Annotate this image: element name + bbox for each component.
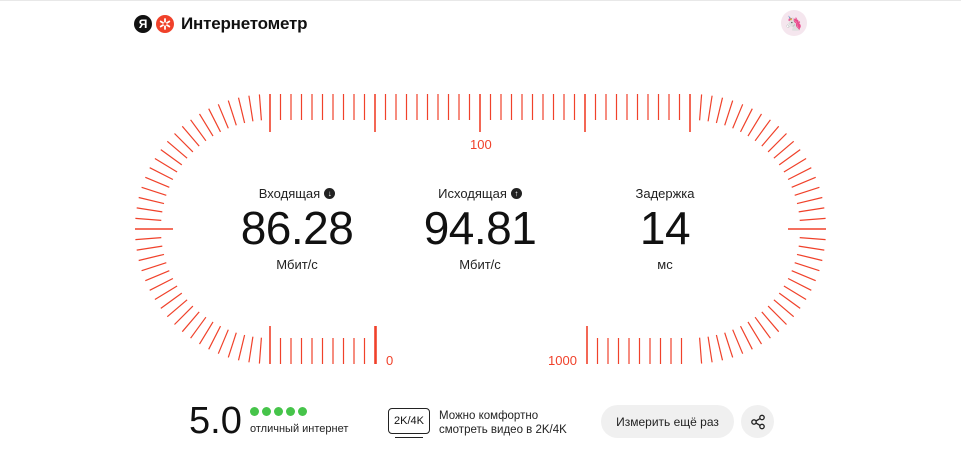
gauge-tick — [783, 285, 807, 301]
gauge-tick — [136, 245, 163, 251]
gauge-tick — [135, 237, 162, 241]
latency-unit: мс — [657, 257, 673, 272]
video-quality-text: Можно комфортно смотреть видео в 2K/4K — [439, 410, 567, 436]
gauge-tick — [160, 149, 183, 166]
upload-metric: Исходящая ↑ 94.81 Мбит/с — [380, 186, 580, 272]
gauge-tick — [198, 113, 214, 137]
gauge-tick — [739, 325, 753, 350]
gauge-tick — [791, 270, 816, 282]
gauge-tick — [217, 329, 229, 354]
gauge-tick — [258, 94, 262, 121]
gauge-tick — [794, 186, 820, 196]
gauge-tick — [154, 285, 178, 301]
gauge-tick — [154, 157, 178, 173]
rating-stars — [250, 407, 307, 416]
gauge-tick — [198, 321, 214, 345]
gauge-tick — [787, 167, 812, 181]
gauge-tick — [248, 95, 254, 122]
download-label: Входящая — [258, 186, 321, 201]
gauge-tick — [237, 334, 246, 361]
gauge-tick — [141, 186, 167, 196]
gauge-tick — [208, 325, 222, 350]
gauge-tick — [732, 104, 744, 129]
gauge-tick — [732, 329, 744, 354]
tv-2k4k-icon: 2K/4K — [388, 408, 430, 438]
gauge-tick — [794, 262, 820, 272]
share-icon — [750, 414, 765, 429]
gauge-tick — [248, 336, 254, 363]
latency-metric: Задержка 14 мс — [565, 186, 765, 272]
download-unit: Мбит/с — [276, 257, 318, 272]
gauge-tick — [258, 337, 262, 364]
rating-star — [250, 407, 259, 416]
gauge-tick — [739, 108, 753, 133]
gauge-tick — [715, 334, 724, 361]
gauge-tick — [208, 108, 222, 133]
scale-label-0: 0 — [386, 353, 394, 368]
latency-label: Задержка — [635, 186, 695, 201]
rating-text: отличный интернет — [250, 423, 349, 435]
gauge-tick — [138, 253, 165, 262]
gauge-tick — [699, 337, 703, 364]
gauge-tick — [724, 100, 734, 126]
gauge-tick — [217, 104, 229, 129]
download-metric: Входящая ↓ 86.28 Мбит/с — [197, 186, 397, 272]
gauge-tick — [141, 262, 167, 272]
gauge-tick — [149, 167, 174, 181]
gauge-tick — [699, 94, 703, 121]
gauge-tick — [160, 292, 183, 309]
gauge-tick — [798, 207, 825, 213]
latency-value: 14 — [639, 202, 691, 254]
gauge-tick — [707, 336, 713, 363]
gauge-tick — [747, 113, 763, 137]
gauge-tick — [747, 321, 763, 345]
remeasure-button[interactable]: Измерить ещё раз — [601, 405, 734, 438]
quality-score: 5.0 — [189, 400, 242, 442]
download-value: 86.28 — [240, 202, 354, 254]
gauge-tick — [796, 253, 823, 262]
scale-label-100: 100 — [470, 137, 492, 152]
gauge-tick — [707, 95, 713, 122]
gauge-tick — [778, 292, 801, 309]
upload-label: Исходящая — [438, 186, 507, 201]
gauge-tick — [778, 149, 801, 166]
gauge-tick — [136, 207, 163, 213]
gauge-tick — [796, 196, 823, 205]
gauge-tick — [715, 97, 724, 124]
upload-value: 94.81 — [423, 202, 537, 254]
share-button[interactable] — [741, 405, 774, 438]
gauge-tick — [227, 100, 237, 126]
scale-label-1000: 1000 — [548, 353, 577, 368]
gauge-tick — [145, 270, 170, 282]
gauge-tick — [791, 176, 816, 188]
gauge-tick — [190, 119, 207, 142]
gauge-tick — [227, 332, 237, 358]
gauge-tick — [754, 119, 771, 142]
gauge-tick — [724, 332, 734, 358]
gauge-tick — [798, 245, 825, 251]
gauge-tick — [145, 176, 170, 188]
gauge-tick — [190, 316, 207, 339]
gauge-tick — [149, 277, 174, 291]
gauge-tick — [237, 97, 246, 124]
rating-star — [298, 407, 307, 416]
download-arrow-icon: ↓ — [324, 188, 336, 199]
gauge-tick — [783, 157, 807, 173]
rating-star — [274, 407, 283, 416]
upload-unit: Мбит/с — [459, 257, 501, 272]
rating-star — [262, 407, 271, 416]
gauge-tick — [799, 237, 826, 241]
gauge-tick — [135, 217, 162, 221]
rating-star — [286, 407, 295, 416]
gauge-tick — [787, 277, 812, 291]
upload-arrow-icon: ↑ — [510, 188, 522, 199]
gauge-tick — [138, 196, 165, 205]
gauge-tick — [754, 316, 771, 339]
gauge-tick — [799, 217, 826, 221]
